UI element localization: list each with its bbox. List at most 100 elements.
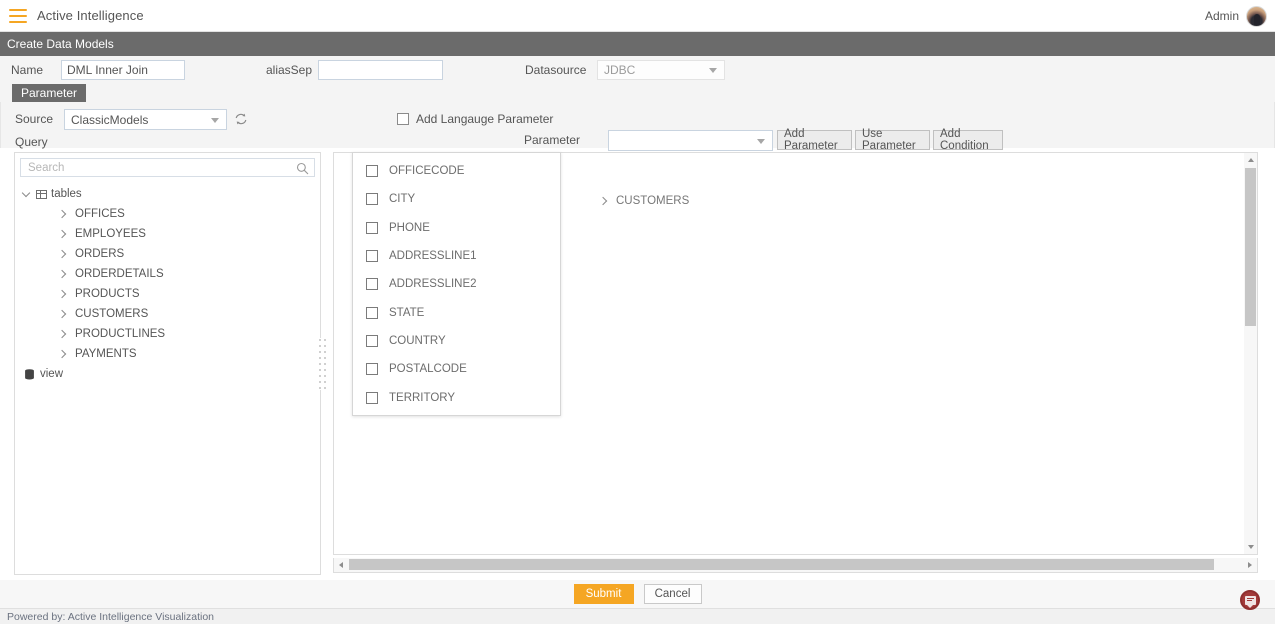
tree-item-label: EMPLOYEES bbox=[75, 228, 146, 240]
checkbox[interactable] bbox=[366, 221, 378, 234]
source-select[interactable]: ClassicModels bbox=[64, 109, 227, 130]
dropdown-item-postalcode[interactable]: POSTALCODE bbox=[353, 355, 560, 383]
dropdown-item-addressline2[interactable]: ADDRESSLINE2 bbox=[353, 270, 560, 298]
scroll-right-button[interactable] bbox=[1243, 558, 1257, 571]
tree-item-label: PRODUCTS bbox=[75, 288, 140, 300]
checkbox[interactable] bbox=[366, 334, 378, 347]
use-parameter-button[interactable]: Use Parameter bbox=[855, 128, 930, 152]
add-language-parameter-checkbox[interactable] bbox=[397, 113, 409, 125]
search-input[interactable] bbox=[26, 160, 309, 175]
checkbox[interactable] bbox=[366, 193, 378, 206]
parameter-select[interactable] bbox=[608, 130, 773, 151]
chat-bubble-icon[interactable] bbox=[1240, 590, 1260, 610]
chevron-down-icon[interactable] bbox=[23, 190, 32, 199]
column-dropdown-list[interactable]: OFFICECODE CITY PHONE ADDRESSLINE1 ADDRE… bbox=[352, 152, 561, 416]
powered-by-text: Powered by: Active Intelligence Visualiz… bbox=[7, 610, 215, 623]
user-label: Admin bbox=[1204, 9, 1239, 23]
parameter-label: Parameter bbox=[524, 133, 581, 147]
canvas-node-customers[interactable]: CUSTOMERS bbox=[599, 195, 689, 207]
tree-node-view[interactable]: view bbox=[15, 364, 320, 384]
tree-item-employees[interactable]: EMPLOYEES bbox=[15, 224, 320, 244]
checkbox[interactable] bbox=[366, 363, 378, 376]
tree-item-label: ORDERDETAILS bbox=[75, 268, 164, 280]
chevron-right-icon bbox=[1248, 561, 1252, 568]
checkbox[interactable] bbox=[366, 165, 378, 178]
datasource-select[interactable]: JDBC bbox=[597, 60, 725, 80]
top-bar-right: Admin bbox=[1205, 0, 1267, 32]
dropdown-item-label: COUNTRY bbox=[389, 334, 446, 347]
search-icon[interactable] bbox=[296, 162, 309, 178]
cancel-button[interactable]: Cancel bbox=[643, 584, 702, 604]
form-header-row: Name aliasSep Datasource JDBC bbox=[0, 56, 1275, 84]
checkbox[interactable] bbox=[366, 391, 378, 404]
dropdown-item-label: OFFICECODE bbox=[389, 165, 465, 178]
checkbox[interactable] bbox=[366, 306, 378, 319]
chevron-right-icon[interactable] bbox=[58, 330, 67, 339]
action-button-bar: Submit Cancel bbox=[0, 580, 1275, 608]
chevron-right-icon[interactable] bbox=[58, 210, 67, 219]
cancel-label: Cancel bbox=[654, 588, 691, 600]
dropdown-item-country[interactable]: COUNTRY bbox=[353, 327, 560, 355]
chevron-right-icon[interactable] bbox=[599, 197, 608, 206]
chat-bubble-glyph bbox=[1244, 595, 1256, 608]
source-value: ClassicModels bbox=[71, 112, 149, 127]
scroll-left-button[interactable] bbox=[334, 558, 348, 571]
canvas-node-label: CUSTOMERS bbox=[616, 195, 690, 207]
tab-parameter[interactable]: Parameter bbox=[12, 84, 87, 102]
dropdown-item-state[interactable]: STATE bbox=[353, 298, 560, 326]
chevron-right-icon[interactable] bbox=[58, 270, 67, 279]
submit-label: Submit bbox=[585, 588, 622, 600]
add-condition-button[interactable]: Add Condition bbox=[933, 128, 1003, 152]
add-parameter-button[interactable]: Add Parameter bbox=[777, 128, 852, 152]
tree-item-products[interactable]: PRODUCTS bbox=[15, 284, 320, 304]
chevron-right-icon[interactable] bbox=[58, 350, 67, 359]
chevron-right-icon[interactable] bbox=[58, 230, 67, 239]
chevron-down-icon bbox=[1247, 545, 1254, 549]
dropdown-item-addressline1[interactable]: ADDRESSLINE1 bbox=[353, 242, 560, 270]
tree-item-orders[interactable]: ORDERS bbox=[15, 244, 320, 264]
dropdown-item-label: ADDRESSLINE2 bbox=[389, 278, 477, 291]
datasource-value: JDBC bbox=[604, 63, 636, 77]
chevron-right-icon[interactable] bbox=[58, 250, 67, 259]
name-label: Name bbox=[11, 63, 44, 77]
tree-item-orderdetails[interactable]: ORDERDETAILS bbox=[15, 264, 320, 284]
scroll-up-button[interactable] bbox=[1244, 153, 1257, 167]
hamburger-icon[interactable] bbox=[9, 8, 27, 23]
top-bar: Active Intelligence Admin bbox=[0, 0, 1275, 32]
tree-node-tables[interactable]: tables bbox=[15, 184, 320, 204]
footer-bar: Powered by: Active Intelligence Visualiz… bbox=[0, 608, 1275, 624]
horizontal-scrollbar[interactable] bbox=[333, 558, 1258, 573]
dropdown-item-city[interactable]: CITY bbox=[353, 185, 560, 213]
vertical-scroll-thumb[interactable] bbox=[1245, 168, 1256, 326]
dropdown-item-territory[interactable]: TERRITORY bbox=[353, 383, 560, 411]
search-box[interactable] bbox=[20, 158, 315, 177]
dropdown-item-phone[interactable]: PHONE bbox=[353, 214, 560, 242]
checkbox[interactable] bbox=[366, 278, 378, 291]
dropdown-item-label: TERRITORY bbox=[389, 391, 456, 404]
query-label: Query bbox=[15, 135, 48, 149]
dropdown-item-officecode[interactable]: OFFICECODE bbox=[353, 157, 560, 185]
dropdown-item-label: ADDRESSLINE1 bbox=[389, 250, 477, 263]
vertical-scrollbar[interactable] bbox=[1244, 152, 1258, 555]
tab-parameter-label: Parameter bbox=[21, 86, 78, 100]
dropdown-item-label: PHONE bbox=[389, 221, 430, 234]
scroll-down-button[interactable] bbox=[1244, 540, 1257, 554]
tree-item-payments[interactable]: PAYMENTS bbox=[15, 344, 320, 364]
panel-splitter-handle[interactable] bbox=[319, 338, 326, 390]
refresh-icon[interactable] bbox=[233, 111, 249, 127]
tree-item-offices[interactable]: OFFICES bbox=[15, 204, 320, 224]
chevron-right-icon[interactable] bbox=[58, 310, 67, 319]
chevron-right-icon[interactable] bbox=[58, 290, 67, 299]
tree-item-customers[interactable]: CUSTOMERS bbox=[15, 304, 320, 324]
tree-item-label: CUSTOMERS bbox=[75, 308, 149, 320]
tree-item-productlines[interactable]: PRODUCTLINES bbox=[15, 324, 320, 344]
database-icon bbox=[24, 368, 35, 380]
add-condition-label: Add Condition bbox=[940, 128, 989, 152]
add-language-parameter-row[interactable]: Add Langauge Parameter bbox=[397, 112, 553, 126]
name-input[interactable] bbox=[61, 60, 185, 80]
horizontal-scroll-thumb[interactable] bbox=[349, 559, 1214, 570]
checkbox[interactable] bbox=[366, 250, 378, 263]
aliassep-input[interactable] bbox=[318, 60, 443, 80]
submit-button[interactable]: Submit bbox=[573, 584, 634, 604]
user-avatar[interactable] bbox=[1246, 5, 1267, 27]
